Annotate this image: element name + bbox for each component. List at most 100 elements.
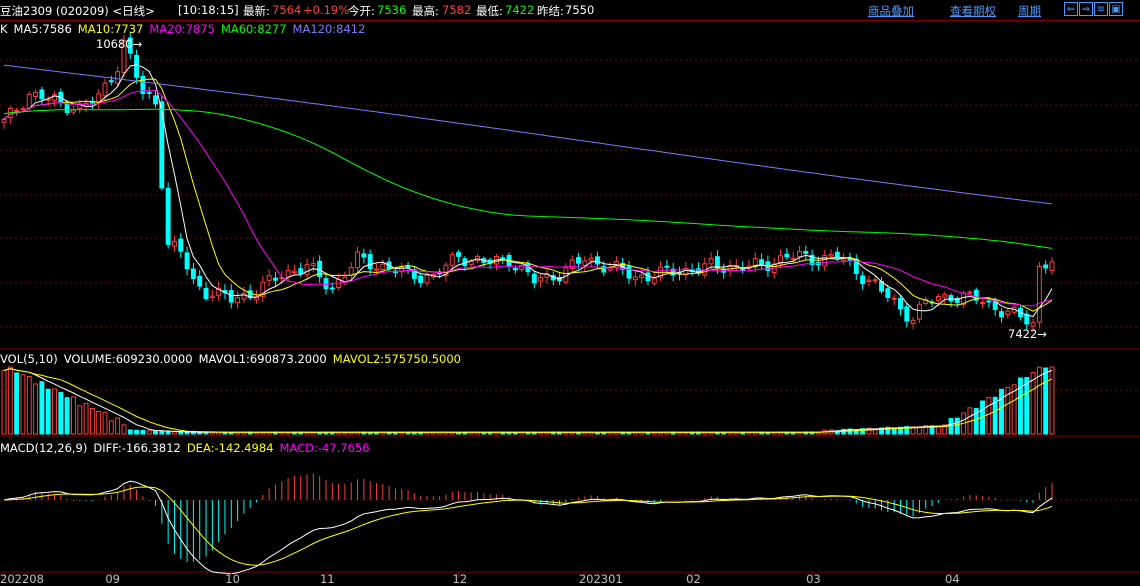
candle-body [64,103,70,113]
candle-body [790,257,796,261]
candle-body [14,109,20,112]
volume-bar [127,429,133,435]
candle-body [1030,322,1036,327]
x-tick-label: 09 [105,572,120,586]
volume-bar [285,432,291,435]
x-tick-label: 02 [686,572,701,586]
candle-body [1049,261,1055,271]
candle-body [153,95,158,105]
candle-body [456,252,462,257]
diff-line [3,480,1053,575]
volume-bar [178,431,184,435]
volume-panel [1,366,1055,435]
futures-chart[interactable]: 10680→ 7422→ 202208 09 10 11 12 202301 02 03 04 K… [0,0,1140,586]
volume-bar [20,374,26,435]
candle-body [1005,310,1011,315]
candle-body [999,311,1004,318]
candle-body [582,260,588,266]
candle-body [822,254,828,267]
candle-body [165,187,171,245]
candle-body [241,292,247,300]
candle-body [26,93,32,109]
volume-bar [64,397,70,435]
candle-body [424,274,430,284]
volume-bar [58,391,64,435]
kline-panel: 10680→ 7422→ [1,32,1055,341]
volume-bar [39,381,45,435]
legend-item: MACD:-47.7656 [280,441,370,455]
candle-body [329,287,335,290]
volume-bar [115,417,121,435]
candle-body [967,291,973,294]
candle-body [714,256,720,268]
candle-body [904,306,910,322]
candle-body [209,295,215,298]
candle-body [898,298,903,310]
volume-bar [26,375,32,435]
candle-body [1,118,7,123]
x-tick-label: 11 [320,572,335,586]
legend-item: MA5:7586 [14,22,72,36]
legend-item: MAVOL1:690873.2000 [199,352,327,366]
volume-bar [986,396,992,435]
grid-lines [0,59,1140,573]
candle-body [588,257,594,261]
x-tick-label: 04 [945,572,960,586]
legend-item: MACD(12,26,9) [0,441,87,455]
candle-body [291,270,297,274]
candle-body [304,264,310,276]
candle-body [512,267,518,271]
candle-body [285,269,291,278]
candle-body [872,279,878,282]
candle-body [33,91,39,98]
x-tick-label: 202208 [0,572,44,586]
legend-item: DEA:-142.4984 [187,441,274,455]
candle-body [197,275,203,287]
candle-body [266,275,272,281]
candle-body [323,278,329,290]
dea-line [3,486,1053,566]
mavol2-line [3,368,1053,433]
candle-body [797,251,802,258]
volume-bar [140,430,146,435]
candle-body [203,287,209,300]
volume-bar [159,430,165,435]
volume-bar [33,383,39,435]
candle-body [866,279,872,282]
candle-body [860,275,866,285]
volume-bar [146,430,152,435]
volume-bar [102,411,108,435]
x-tick-label: 03 [806,572,821,586]
candle-body [418,275,424,284]
volume-bar [954,417,960,435]
legend-item: VOLUME:609230.0000 [64,352,193,366]
candle-body [910,319,916,325]
candle-body [828,254,834,257]
legend-item: VOL(5,10) [0,352,58,366]
candle-body [942,293,948,298]
candle-body [500,257,506,260]
candle-body [367,254,373,270]
candle-body [916,303,922,320]
legend-item: MA20:7875 [149,22,215,36]
candle-body [184,252,190,270]
candle-body [986,300,992,303]
candle-body [178,238,184,252]
volume-bar [999,388,1004,435]
macd-panel [3,473,1053,575]
volume-bar [14,372,20,435]
volume-bar [1043,367,1049,435]
candle-body [374,268,379,271]
volume-bar [96,411,102,435]
candle-body [784,253,790,258]
volume-bar [83,402,89,435]
volume-bar [108,420,114,435]
volume-bar [172,431,177,435]
candle-body [626,266,632,279]
candle-body [39,89,45,100]
volume-bar [89,408,95,435]
volume-bar [184,431,190,435]
legend-item: K [0,22,8,36]
candle-body [576,257,581,264]
candle-body [298,268,304,275]
